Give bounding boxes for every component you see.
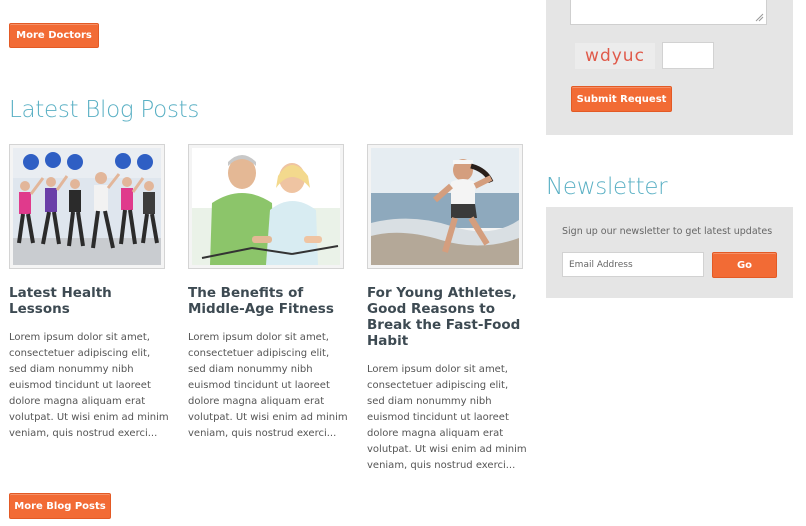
post-excerpt-1: Lorem ipsum dolor sit amet, consectetuer…	[9, 332, 169, 439]
post-excerpt-3: Lorem ipsum dolor sit amet, consectetuer…	[367, 364, 527, 471]
beach-runner-photo	[371, 148, 519, 265]
post-image-2[interactable]	[188, 144, 344, 269]
submit-request-button[interactable]: Submit Request	[571, 86, 672, 112]
captcha-input[interactable]	[662, 42, 714, 69]
post-title-2[interactable]: The Benefits of Middle-Age Fitness	[188, 285, 348, 317]
resize-handle-icon[interactable]	[754, 12, 764, 22]
post-excerpt-2: Lorem ipsum dolor sit amet, consectetuer…	[188, 332, 348, 439]
more-blog-posts-button[interactable]: More Blog Posts	[9, 493, 111, 519]
post-image-3[interactable]	[367, 144, 523, 269]
email-input[interactable]	[562, 252, 704, 277]
newsletter-title: Newsletter	[546, 174, 668, 200]
more-doctors-button[interactable]: More Doctors	[9, 23, 99, 48]
blog-section-title: Latest Blog Posts	[9, 97, 200, 123]
post-title-1[interactable]: Latest Health Lessons	[9, 285, 169, 317]
couple-cycling-photo	[192, 148, 340, 265]
post-title-3[interactable]: For Young Athletes, Good Reasons to Brea…	[367, 285, 527, 349]
captcha-image: wdyuc	[575, 43, 655, 69]
fitness-class-photo	[13, 148, 161, 265]
post-image-1[interactable]	[9, 144, 165, 269]
newsletter-description: Sign up our newsletter to get latest upd…	[562, 226, 773, 237]
message-textarea[interactable]	[570, 0, 767, 25]
go-button[interactable]: Go	[712, 252, 777, 278]
